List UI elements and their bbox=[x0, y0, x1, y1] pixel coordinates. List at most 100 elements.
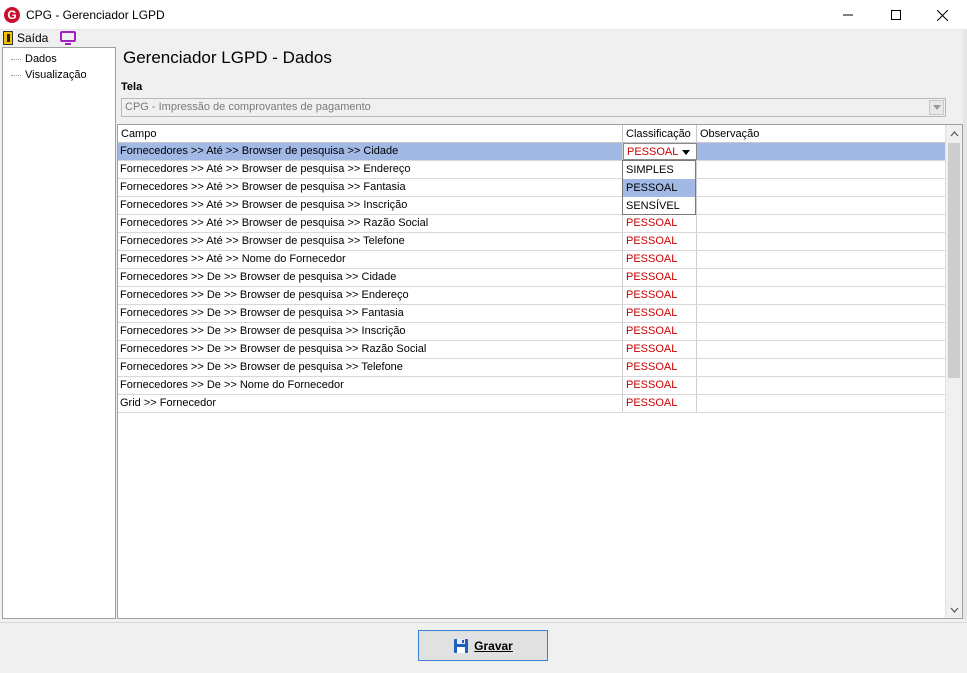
chevron-up-icon bbox=[950, 130, 958, 136]
cell-campo[interactable]: Fornecedores >> Até >> Browser de pesqui… bbox=[118, 197, 623, 214]
cell-campo[interactable]: Fornecedores >> De >> Browser de pesquis… bbox=[118, 287, 623, 304]
cell-observacao[interactable] bbox=[697, 305, 946, 322]
table-row[interactable]: Fornecedores >> De >> Browser de pesquis… bbox=[118, 323, 946, 341]
tela-select-button[interactable] bbox=[929, 100, 944, 115]
grid-scrollbar[interactable] bbox=[945, 125, 962, 618]
cell-classificacao[interactable]: PESSOAL bbox=[623, 323, 697, 340]
tree-connector bbox=[11, 74, 21, 76]
classificacao-select[interactable]: PESSOAL bbox=[623, 143, 697, 160]
save-button[interactable]: Gravar bbox=[418, 630, 548, 661]
minimize-button[interactable] bbox=[825, 0, 871, 30]
cell-observacao[interactable] bbox=[697, 161, 946, 178]
cell-classificacao[interactable]: PESSOAL bbox=[623, 341, 697, 358]
cell-classificacao[interactable]: PESSOAL bbox=[623, 269, 697, 286]
cell-campo[interactable]: Fornecedores >> De >> Browser de pesquis… bbox=[118, 341, 623, 358]
cell-classificacao[interactable]: PESSOAL bbox=[623, 251, 697, 268]
close-button[interactable] bbox=[919, 0, 965, 30]
dropdown-option-simples[interactable]: SIMPLES bbox=[623, 161, 695, 179]
cell-campo[interactable]: Fornecedores >> Até >> Browser de pesqui… bbox=[118, 215, 623, 232]
cell-observacao[interactable] bbox=[697, 233, 946, 250]
cell-observacao[interactable] bbox=[697, 323, 946, 340]
scroll-thumb[interactable] bbox=[948, 143, 960, 378]
scroll-up-button[interactable] bbox=[946, 125, 962, 142]
cell-observacao[interactable] bbox=[697, 143, 946, 160]
table-row[interactable]: Fornecedores >> De >> Nome do Fornecedor… bbox=[118, 377, 946, 395]
menu-bar: Saída bbox=[0, 30, 967, 46]
tree-connector bbox=[11, 58, 21, 60]
maximize-icon bbox=[891, 10, 901, 20]
table-row[interactable]: Fornecedores >> Até >> Browser de pesqui… bbox=[118, 143, 946, 161]
cell-classificacao[interactable]: PESSOAL bbox=[623, 305, 697, 322]
cell-campo[interactable]: Fornecedores >> Até >> Browser de pesqui… bbox=[118, 233, 623, 250]
cell-observacao[interactable] bbox=[697, 377, 946, 394]
monitor-icon[interactable] bbox=[60, 30, 76, 46]
close-icon bbox=[936, 9, 948, 21]
tela-label: Tela bbox=[121, 81, 143, 93]
cell-classificacao[interactable]: PESSOAL bbox=[623, 395, 697, 412]
cell-campo[interactable]: Fornecedores >> De >> Browser de pesquis… bbox=[118, 323, 623, 340]
cell-observacao[interactable] bbox=[697, 287, 946, 304]
window-edge bbox=[963, 30, 967, 620]
page-title: Gerenciador LGPD - Dados bbox=[123, 48, 332, 67]
tree-item-label: Dados bbox=[25, 53, 57, 65]
cell-campo[interactable]: Fornecedores >> Até >> Nome do Fornecedo… bbox=[118, 251, 623, 268]
cell-campo[interactable]: Fornecedores >> De >> Browser de pesquis… bbox=[118, 359, 623, 376]
cell-observacao[interactable] bbox=[697, 359, 946, 376]
table-row[interactable]: Fornecedores >> Até >> Browser de pesqui… bbox=[118, 179, 946, 197]
cell-observacao[interactable] bbox=[697, 251, 946, 268]
dropdown-option-sensivel[interactable]: SENSÍVEL bbox=[623, 197, 695, 215]
cell-observacao[interactable] bbox=[697, 197, 946, 214]
table-row[interactable]: Fornecedores >> De >> Browser de pesquis… bbox=[118, 359, 946, 377]
cell-observacao[interactable] bbox=[697, 269, 946, 286]
table-row[interactable]: Fornecedores >> De >> Browser de pesquis… bbox=[118, 287, 946, 305]
table-row[interactable]: Fornecedores >> Até >> Browser de pesqui… bbox=[118, 215, 946, 233]
cell-classificacao[interactable]: PESSOAL bbox=[623, 359, 697, 376]
save-button-label: Gravar bbox=[474, 638, 513, 653]
floppy-disk-icon bbox=[454, 638, 469, 653]
cell-observacao[interactable] bbox=[697, 341, 946, 358]
app-icon: G bbox=[4, 7, 20, 23]
cell-campo[interactable]: Fornecedores >> De >> Browser de pesquis… bbox=[118, 305, 623, 322]
tela-select-value: CPG - Impressão de comprovantes de pagam… bbox=[125, 101, 371, 113]
table-row[interactable]: Fornecedores >> De >> Browser de pesquis… bbox=[118, 269, 946, 287]
tela-select[interactable]: CPG - Impressão de comprovantes de pagam… bbox=[121, 98, 946, 117]
cell-campo[interactable]: Fornecedores >> De >> Browser de pesquis… bbox=[118, 269, 623, 286]
chevron-down-icon bbox=[950, 607, 958, 613]
maximize-button[interactable] bbox=[873, 0, 919, 30]
menu-exit-label: Saída bbox=[17, 31, 49, 45]
cell-campo[interactable]: Fornecedores >> Até >> Browser de pesqui… bbox=[118, 143, 623, 160]
column-header-observacao[interactable]: Observação bbox=[697, 125, 946, 143]
table-row[interactable]: Fornecedores >> Até >> Browser de pesqui… bbox=[118, 233, 946, 251]
cell-classificacao[interactable]: PESSOAL bbox=[623, 287, 697, 304]
cell-campo[interactable]: Fornecedores >> Até >> Browser de pesqui… bbox=[118, 161, 623, 178]
tree-item-dados[interactable]: Dados bbox=[11, 52, 57, 66]
table-row[interactable]: Grid >> Fornecedor PESSOAL bbox=[118, 395, 946, 413]
chevron-down-icon bbox=[682, 149, 690, 155]
cell-campo[interactable]: Grid >> Fornecedor bbox=[118, 395, 623, 412]
cell-classificacao[interactable]: PESSOAL bbox=[623, 377, 697, 394]
cell-classificacao[interactable]: PESSOAL bbox=[623, 233, 697, 250]
exit-door-icon bbox=[3, 31, 13, 45]
column-header-campo[interactable]: Campo bbox=[118, 125, 623, 143]
classificacao-dropdown-button[interactable] bbox=[678, 146, 694, 158]
minimize-icon bbox=[843, 14, 853, 16]
scroll-down-button[interactable] bbox=[946, 601, 962, 618]
table-row[interactable]: Fornecedores >> De >> Browser de pesquis… bbox=[118, 341, 946, 359]
cell-classificacao[interactable]: PESSOAL bbox=[623, 215, 697, 232]
cell-observacao[interactable] bbox=[697, 179, 946, 196]
cell-campo[interactable]: Fornecedores >> Até >> Browser de pesqui… bbox=[118, 179, 623, 196]
cell-campo[interactable]: Fornecedores >> De >> Nome do Fornecedor bbox=[118, 377, 623, 394]
classificacao-value: PESSOAL bbox=[627, 146, 679, 158]
menu-exit[interactable]: Saída bbox=[3, 30, 48, 46]
table-row[interactable]: Fornecedores >> Até >> Browser de pesqui… bbox=[118, 197, 946, 215]
grid-header: Campo Classificação Observação bbox=[118, 125, 946, 143]
dropdown-option-pessoal[interactable]: PESSOAL bbox=[623, 179, 695, 197]
title-bar: G CPG - Gerenciador LGPD bbox=[0, 0, 967, 30]
tree-item-visualizacao[interactable]: Visualização bbox=[11, 68, 87, 82]
table-row[interactable]: Fornecedores >> Até >> Browser de pesqui… bbox=[118, 161, 946, 179]
table-row[interactable]: Fornecedores >> De >> Browser de pesquis… bbox=[118, 305, 946, 323]
table-row[interactable]: Fornecedores >> Até >> Nome do Fornecedo… bbox=[118, 251, 946, 269]
column-header-classificacao[interactable]: Classificação bbox=[623, 125, 697, 143]
cell-observacao[interactable] bbox=[697, 215, 946, 232]
cell-observacao[interactable] bbox=[697, 395, 946, 412]
